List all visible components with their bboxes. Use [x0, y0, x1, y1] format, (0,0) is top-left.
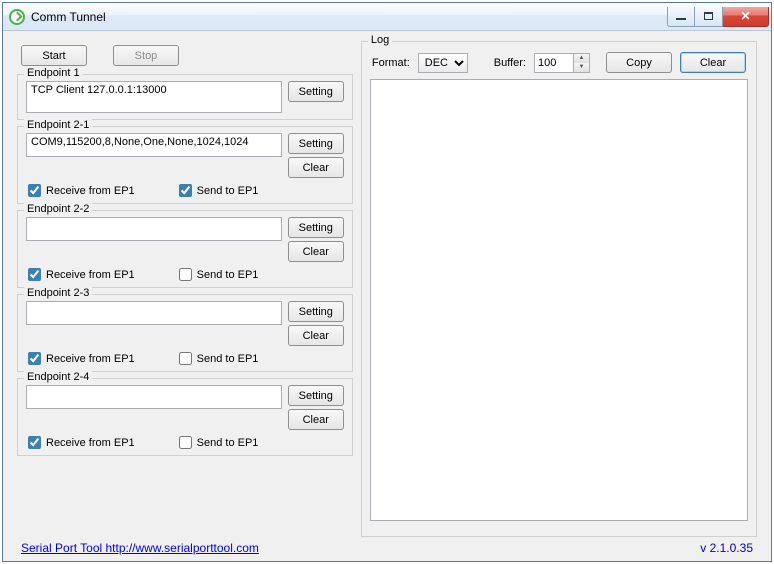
titlebar[interactable]: Comm Tunnel ✕	[3, 3, 771, 31]
endpoint-2-1-legend: Endpoint 2-1	[24, 119, 92, 131]
maximize-button[interactable]	[695, 7, 723, 27]
endpoint-2-2-value[interactable]	[26, 217, 282, 241]
endpoint-2-1-group: Endpoint 2-1 COM9,115200,8,None,One,None…	[17, 126, 353, 204]
left-panel: Start Stop Endpoint 1 TCP Client 127.0.0…	[17, 41, 353, 537]
endpoint-1-setting-button[interactable]: Setting	[288, 81, 344, 102]
version-label: v 2.1.0.35	[700, 541, 753, 555]
format-select[interactable]: DEC	[418, 53, 468, 73]
endpoint-2-4-receive-checkbox[interactable]: Receive from EP1	[28, 436, 135, 449]
window-controls: ✕	[667, 7, 769, 27]
endpoint-2-4-clear-button[interactable]: Clear	[288, 409, 344, 430]
log-group: Log Format: DEC Buffer: ▲ ▼	[361, 41, 757, 537]
buffer-input[interactable]	[535, 54, 573, 72]
stop-button[interactable]: Stop	[113, 45, 179, 66]
close-button[interactable]: ✕	[723, 7, 769, 27]
log-clear-button[interactable]: Clear	[680, 52, 746, 73]
endpoint-2-3-legend: Endpoint 2-3	[24, 287, 92, 299]
endpoint-2-1-clear-button[interactable]: Clear	[288, 157, 344, 178]
endpoint-2-2-group: Endpoint 2-2 Setting Clear Receive from …	[17, 210, 353, 288]
app-window: Comm Tunnel ✕ Start Stop Endpoint 1 TCP …	[2, 2, 772, 562]
endpoint-2-2-setting-button[interactable]: Setting	[288, 217, 344, 238]
endpoint-2-2-clear-button[interactable]: Clear	[288, 241, 344, 262]
endpoint-2-3-setting-button[interactable]: Setting	[288, 301, 344, 322]
buffer-up-icon[interactable]: ▲	[574, 54, 589, 63]
endpoint-1-legend: Endpoint 1	[24, 67, 83, 79]
format-label: Format:	[372, 57, 410, 69]
endpoint-2-3-group: Endpoint 2-3 Setting Clear Receive from …	[17, 294, 353, 372]
endpoint-2-3-value[interactable]	[26, 301, 282, 325]
endpoint-2-3-receive-checkbox[interactable]: Receive from EP1	[28, 352, 135, 365]
endpoint-2-4-send-checkbox[interactable]: Send to EP1	[179, 436, 259, 449]
log-copy-button[interactable]: Copy	[606, 52, 672, 73]
endpoint-2-3-send-checkbox[interactable]: Send to EP1	[179, 352, 259, 365]
endpoint-2-4-setting-button[interactable]: Setting	[288, 385, 344, 406]
endpoint-2-1-value[interactable]: COM9,115200,8,None,One,None,1024,1024	[26, 133, 282, 157]
endpoint-2-3-clear-button[interactable]: Clear	[288, 325, 344, 346]
endpoint-2-4-group: Endpoint 2-4 Setting Clear Receive from …	[17, 378, 353, 456]
log-textarea[interactable]	[370, 79, 748, 521]
endpoint-2-1-send-checkbox[interactable]: Send to EP1	[179, 184, 259, 197]
right-panel: Log Format: DEC Buffer: ▲ ▼	[361, 41, 757, 537]
buffer-down-icon[interactable]: ▼	[574, 63, 589, 72]
buffer-label: Buffer:	[494, 57, 526, 69]
endpoint-2-4-legend: Endpoint 2-4	[24, 371, 92, 383]
content-area: Start Stop Endpoint 1 TCP Client 127.0.0…	[3, 31, 771, 561]
endpoint-1-group: Endpoint 1 TCP Client 127.0.0.1:13000 Se…	[17, 74, 353, 120]
endpoint-2-1-setting-button[interactable]: Setting	[288, 133, 344, 154]
window-title: Comm Tunnel	[31, 10, 667, 24]
minimize-button[interactable]	[667, 7, 695, 27]
log-legend: Log	[368, 34, 392, 46]
buffer-spinner[interactable]: ▲ ▼	[534, 53, 590, 73]
endpoint-2-2-legend: Endpoint 2-2	[24, 203, 92, 215]
endpoint-2-4-value[interactable]	[26, 385, 282, 409]
footer-link[interactable]: Serial Port Tool http://www.serialportto…	[21, 541, 259, 555]
endpoint-1-value[interactable]: TCP Client 127.0.0.1:13000	[26, 81, 282, 113]
endpoint-2-2-send-checkbox[interactable]: Send to EP1	[179, 268, 259, 281]
start-button[interactable]: Start	[21, 45, 87, 66]
endpoint-2-2-receive-checkbox[interactable]: Receive from EP1	[28, 268, 135, 281]
app-icon	[9, 9, 25, 25]
endpoint-2-1-receive-checkbox[interactable]: Receive from EP1	[28, 184, 135, 197]
footer: Serial Port Tool http://www.serialportto…	[17, 541, 757, 555]
